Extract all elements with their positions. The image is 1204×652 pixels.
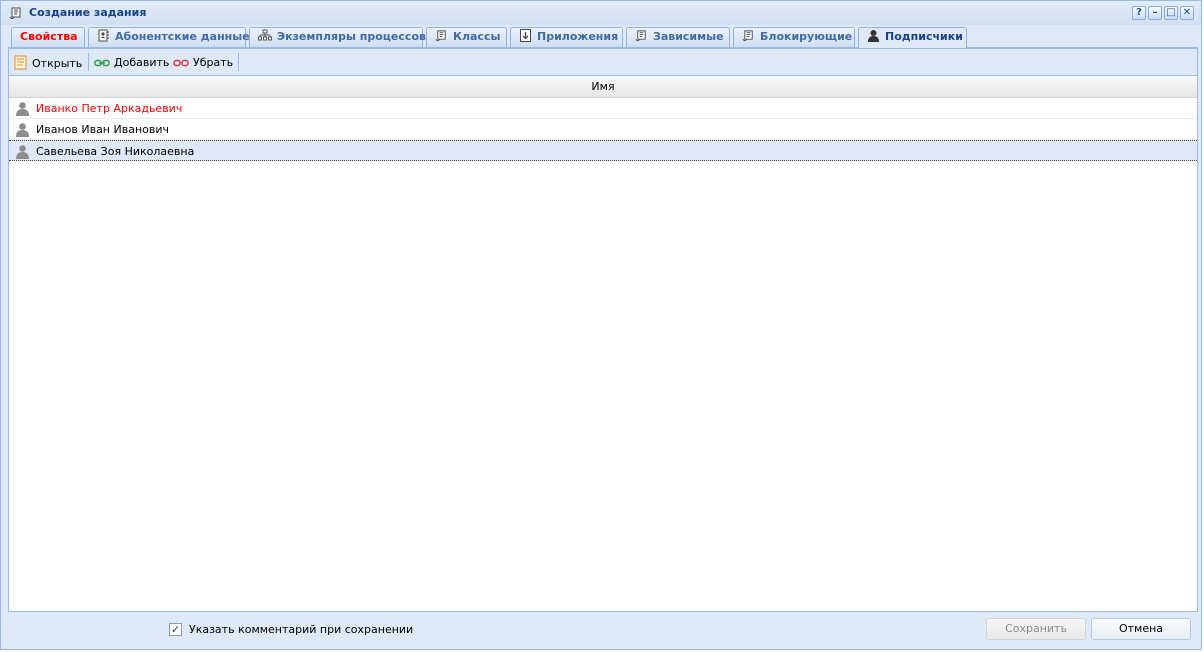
tab-dependent-label: Зависимые <box>653 30 724 43</box>
table-row[interactable]: Иванов Иван Иванович <box>9 119 1197 140</box>
close-button[interactable]: ✕ <box>1180 6 1194 20</box>
user-icon <box>867 29 880 48</box>
document-scroll-icon <box>635 29 648 48</box>
document-scroll-icon <box>9 6 23 20</box>
task-creation-window: Создание задания ? – □ ✕ Свойства Абонен… <box>0 0 1202 650</box>
window-title: Создание задания <box>29 6 147 19</box>
tab-subscribers-label: Подписчики <box>885 30 963 43</box>
toolbar-separator <box>88 53 89 71</box>
user-icon <box>15 144 30 162</box>
document-scroll-icon <box>742 29 755 48</box>
table-row[interactable]: Иванко Петр Аркадьевич <box>9 98 1197 119</box>
open-document-icon <box>14 55 28 75</box>
grid-toolbar: Открыть Добавить Убрать <box>9 49 1197 76</box>
tab-properties[interactable]: Свойства <box>11 27 85 47</box>
tab-process-instances-label: Экземпляры процессов <box>277 30 426 43</box>
tab-subscriber-data[interactable]: Абонентские данные <box>88 27 250 48</box>
help-button[interactable]: ? <box>1132 6 1146 20</box>
comment-checkbox[interactable]: ✓ <box>169 623 182 636</box>
dialog-footer: ✓ Указать комментарий при сохранении Сох… <box>8 613 1198 647</box>
column-header-name: Имя <box>591 80 615 93</box>
tab-blocking[interactable]: Блокирующие <box>733 27 855 47</box>
link-remove-icon <box>173 57 189 74</box>
remove-button[interactable]: Убрать <box>173 55 233 71</box>
tab-subscribers[interactable]: Подписчики <box>858 27 967 48</box>
link-add-icon <box>94 57 110 74</box>
user-icon <box>15 101 30 119</box>
row-name: Савельева Зоя Николаевна <box>36 145 195 158</box>
attachment-download-icon <box>519 29 532 48</box>
open-button-label: Открыть <box>32 57 83 70</box>
save-button[interactable]: Сохранить <box>986 618 1086 640</box>
comment-checkbox-label[interactable]: Указать комментарий при сохранении <box>189 623 413 636</box>
subscribers-panel: Открыть Добавить Убрать Имя Иванко Петр … <box>8 48 1198 612</box>
row-name: Иванко Петр Аркадьевич <box>36 102 183 115</box>
tab-blocking-label: Блокирующие <box>760 30 853 43</box>
cancel-button[interactable]: Отмена <box>1091 618 1191 640</box>
tab-classes[interactable]: Классы <box>426 27 507 47</box>
user-icon <box>15 122 30 140</box>
grid-header-name[interactable]: Имя <box>9 76 1197 98</box>
remove-button-label: Убрать <box>193 56 234 69</box>
maximize-button[interactable]: □ <box>1164 6 1178 20</box>
tab-process-instances[interactable]: Экземпляры процессов <box>249 27 426 48</box>
window-titlebar[interactable]: Создание задания ? – □ ✕ <box>1 1 1201 25</box>
tab-strip: Свойства Абонентские данные Экземпляры п… <box>8 25 1198 48</box>
document-scroll-icon <box>435 29 448 48</box>
tab-attachments-label: Приложения <box>537 30 619 43</box>
contact-card-icon <box>97 29 110 48</box>
tab-attachments[interactable]: Приложения <box>510 27 623 47</box>
tab-classes-label: Классы <box>453 30 501 43</box>
table-row-selected[interactable]: Савельева Зоя Николаевна <box>9 140 1197 161</box>
tab-subscriber-data-label: Абонентские данные <box>115 30 250 43</box>
process-tree-icon <box>258 29 272 48</box>
minimize-button[interactable]: – <box>1148 6 1162 20</box>
tab-dependent[interactable]: Зависимые <box>626 27 730 47</box>
row-name: Иванов Иван Иванович <box>36 123 169 136</box>
add-button[interactable]: Добавить <box>94 55 169 71</box>
add-button-label: Добавить <box>114 56 170 69</box>
open-button[interactable]: Открыть <box>14 55 82 71</box>
toolbar-separator <box>238 53 239 71</box>
tab-properties-label: Свойства <box>20 30 78 43</box>
